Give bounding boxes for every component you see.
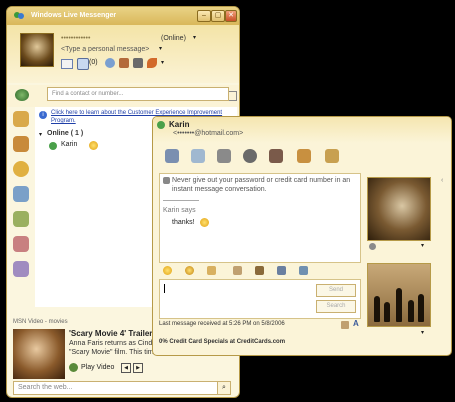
tab-spaces-icon[interactable] (13, 186, 29, 202)
options-icon[interactable] (147, 58, 157, 68)
font-icon[interactable] (277, 266, 286, 275)
emoticon-icon[interactable] (163, 266, 172, 275)
personal-message[interactable]: <Type a personal message> (61, 46, 149, 53)
message-text: thanks! (172, 219, 195, 226)
sender-label: Karin says (163, 207, 196, 214)
online-status-icon (49, 142, 57, 150)
games-icon[interactable] (119, 58, 129, 68)
print-icon[interactable] (299, 266, 308, 275)
contact-email: <•••••••@hotmail.com> (173, 130, 244, 137)
message-history: Never give out your password or credit c… (159, 173, 361, 263)
window-title: Windows Live Messenger (31, 12, 117, 19)
inbox-count: (0) (89, 59, 98, 66)
chevron-down-icon[interactable]: ▾ (161, 59, 164, 66)
next-icon[interactable]: ▶ (133, 363, 143, 373)
group-header-online[interactable]: Online ( 1 ) (47, 130, 83, 137)
tab-games-icon[interactable] (13, 211, 29, 227)
video-thumbnail[interactable] (13, 329, 65, 379)
text-mode-icon[interactable]: A (353, 319, 359, 328)
games-icon[interactable] (297, 149, 311, 163)
chevron-down-icon[interactable]: ▾ (421, 242, 424, 249)
handwriting-icon[interactable] (341, 321, 349, 329)
tab-music-icon[interactable] (13, 261, 29, 277)
contact-row-karin[interactable]: Karin (49, 141, 129, 151)
close-button[interactable]: ✕ (225, 10, 237, 22)
collapse-panel-icon[interactable]: ‹ (441, 177, 443, 184)
messenger-logo-icon (13, 11, 25, 21)
divider (163, 200, 199, 201)
video-call-icon[interactable] (217, 149, 231, 163)
last-message-status: Last message received at 5:26 PM on 5/8/… (159, 321, 285, 327)
previous-icon[interactable]: ◀ (121, 363, 131, 373)
chess-piece (374, 296, 380, 322)
smiley-icon (89, 141, 98, 150)
chess-piece (384, 302, 390, 322)
avatar[interactable] (20, 33, 54, 67)
format-toolbar (159, 265, 359, 277)
info-icon: i (39, 111, 47, 119)
inbox-icon[interactable] (77, 58, 89, 70)
activities-icon[interactable] (269, 149, 283, 163)
send-button[interactable]: Send (316, 284, 356, 297)
user-name[interactable]: •••••••••••• (61, 35, 90, 42)
search-button[interactable]: Search (316, 300, 356, 313)
conversation-contact-name: Karin (169, 120, 190, 129)
conversation-title-bar[interactable]: Karin <•••••••@hotmail.com> (153, 117, 451, 143)
online-status-icon (157, 121, 165, 129)
tab-msn-today-icon[interactable] (13, 136, 29, 152)
chevron-down-icon[interactable]: ▾ (193, 34, 196, 41)
tab-emoticon-icon[interactable] (13, 161, 29, 177)
chess-piece (396, 288, 402, 322)
spaces-icon[interactable] (105, 58, 115, 68)
text-cursor (164, 284, 165, 293)
chevron-down-icon[interactable]: ▾ (421, 329, 424, 336)
ad-line1: Anna Faris returns as Cind (69, 340, 153, 347)
ad-line2: "Scary Movie" film. This tim (69, 349, 154, 356)
maximize-button[interactable]: ▢ (211, 10, 225, 22)
tab-sidebar (9, 111, 33, 311)
title-bar[interactable]: Windows Live Messenger – ▢ ✕ (7, 7, 239, 25)
send-files-icon[interactable] (191, 149, 205, 163)
search-icon[interactable]: ⌕ (217, 381, 231, 395)
ad-title[interactable]: 'Scary Movie 4' Trailer (69, 329, 152, 338)
phone-icon[interactable] (133, 58, 143, 68)
conversation-toolbar (153, 145, 451, 171)
nudge-icon[interactable] (233, 266, 242, 275)
add-contact-icon[interactable] (15, 89, 29, 101)
mail-icon[interactable] (61, 59, 73, 69)
invite-icon[interactable] (165, 149, 179, 163)
user-display-picture[interactable] (367, 263, 431, 327)
background-icon[interactable] (255, 266, 264, 275)
credit-card-ad[interactable]: 0% Credit Card Specials at CreditCards.c… (159, 339, 359, 349)
search-input[interactable]: Find a contact or number... (47, 87, 229, 101)
contact-name: Karin (61, 141, 78, 148)
conversation-window: Karin <•••••••@hotmail.com> ‹ Never give… (152, 116, 452, 356)
tab-activities-icon[interactable] (13, 236, 29, 252)
block-icon[interactable] (325, 149, 339, 163)
smiley-icon (200, 218, 209, 227)
play-video-label[interactable]: Play Video (81, 364, 114, 371)
web-search-input[interactable]: Search the web... (13, 381, 221, 395)
compose-area[interactable]: Send Search (159, 279, 361, 319)
warning-icon (163, 177, 170, 184)
ad-header: MSN Video - movies (13, 319, 68, 325)
tab-contacts-icon[interactable] (13, 111, 29, 127)
contact-display-picture[interactable] (367, 177, 431, 241)
voice-call-icon[interactable] (243, 149, 257, 163)
user-status[interactable]: (Online) (161, 35, 186, 42)
minimize-button[interactable]: – (197, 10, 211, 22)
chevron-down-icon[interactable]: ▾ (39, 131, 42, 138)
security-warning: Never give out your password or credit c… (172, 177, 351, 193)
wink-icon[interactable] (185, 266, 194, 275)
chess-piece (418, 294, 424, 322)
webcam-icon[interactable] (369, 243, 376, 250)
profile-header: •••••••••••• (Online) ▾ <Type a personal… (7, 25, 239, 83)
chess-piece (408, 300, 414, 322)
play-icon[interactable] (69, 363, 78, 372)
voice-clip-icon[interactable] (207, 266, 216, 275)
chevron-down-icon[interactable]: ▾ (159, 45, 162, 52)
